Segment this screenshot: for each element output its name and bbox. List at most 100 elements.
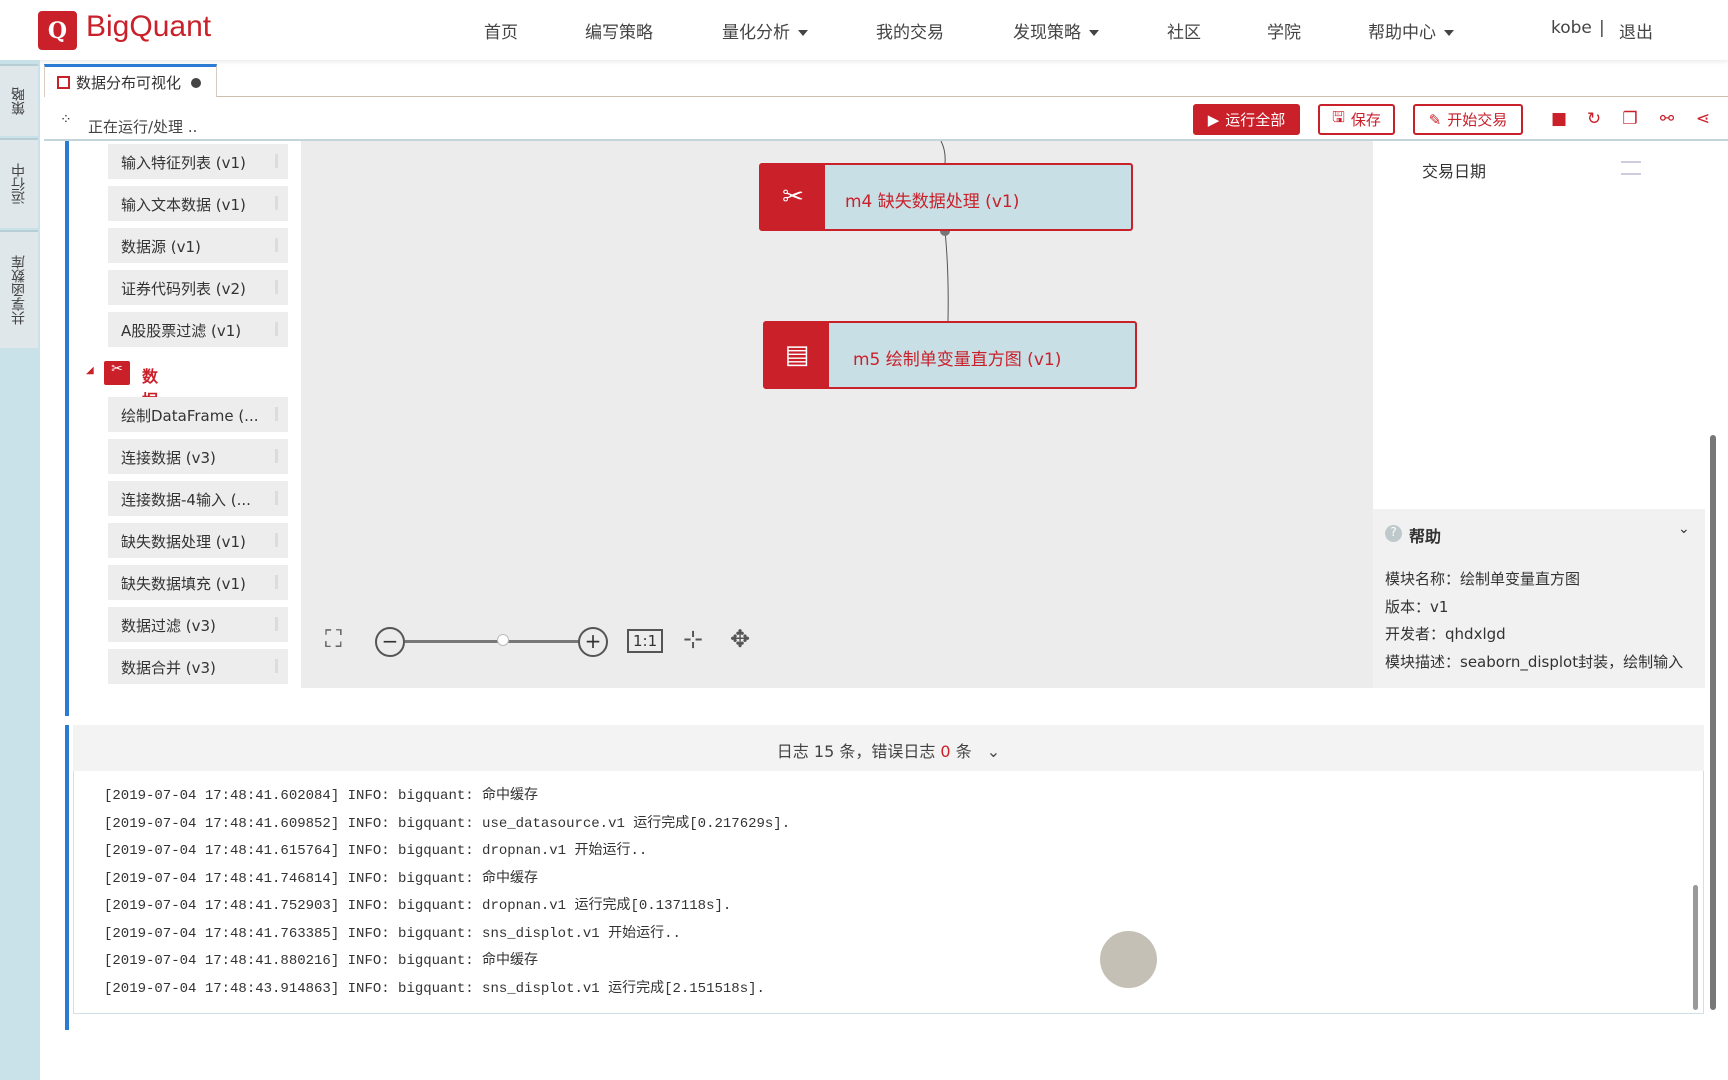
move-icon[interactable]: ✥ — [730, 625, 750, 653]
left-sidebar: 策略 运行中 共享函数库 — [0, 60, 40, 1080]
module-item[interactable]: 数据源 (v1) — [108, 228, 288, 263]
tab-data-distribution[interactable]: 数据分布可视化 — [44, 64, 217, 97]
button-label: 开始交易 — [1447, 111, 1508, 129]
refresh-icon[interactable]: ↻ — [1583, 109, 1605, 131]
panel-accent — [65, 725, 69, 1030]
fit-screen-icon[interactable]: ⛶ — [325, 625, 342, 653]
nav-label: 量化分析 — [722, 23, 790, 43]
log-line: [2019-07-04 17:48:41.763385] INFO: bigqu… — [104, 926, 681, 942]
zoom-slider[interactable] — [405, 640, 579, 643]
nav-community[interactable]: 社区 — [1167, 18, 1201, 43]
log-line: [2019-07-04 17:48:41.602084] INFO: bigqu… — [104, 788, 539, 804]
caret-down-icon — [1444, 30, 1454, 36]
error-count: 0 — [940, 742, 951, 761]
link-icon[interactable]: ⚯ — [1656, 109, 1678, 131]
expand-caret-icon[interactable]: ◢ — [86, 365, 94, 376]
zoom-in-button[interactable]: + — [578, 627, 608, 657]
node-label: m4 缺失数据处理 (v1) — [845, 192, 1020, 212]
nav-label: 首页 — [484, 23, 518, 43]
nav-write-strategy[interactable]: 编写策略 — [585, 18, 653, 43]
log-scrollbar[interactable] — [1693, 885, 1698, 1010]
nav-label: 学院 — [1267, 23, 1301, 43]
chevron-down-icon[interactable]: ⌄ — [987, 742, 1000, 761]
help-developer: 开发者：qhdxlgd — [1385, 625, 1506, 643]
nav-label: 编写策略 — [585, 23, 653, 43]
nav-academy[interactable]: 学院 — [1267, 18, 1301, 43]
node-m4[interactable]: ✂ m4 缺失数据处理 (v1) — [759, 163, 1133, 231]
nav-home[interactable]: 首页 — [484, 18, 518, 43]
module-item[interactable]: 输入文本数据 (v1) — [108, 186, 288, 221]
zoom-slider-handle[interactable] — [497, 634, 509, 646]
help-icon: ? — [1385, 525, 1402, 542]
document-icon — [57, 76, 70, 89]
log-line: [2019-07-04 17:48:43.914863] INFO: bigqu… — [104, 981, 765, 997]
workflow-canvas[interactable]: ✂ m4 缺失数据处理 (v1) ▤ m5 绘制单变量直方图 (v1) ⛶ − … — [301, 141, 1373, 688]
panel-accent — [65, 141, 69, 716]
module-item[interactable]: 连接数据 (v3) — [108, 439, 288, 474]
module-item[interactable]: 输入特征列表 (v1) — [108, 144, 288, 179]
tab-title: 数据分布可视化 — [76, 74, 182, 92]
sidebar-tab-shared-functions[interactable]: 共享函数库 — [0, 230, 38, 348]
module-item[interactable]: 数据过滤 (v3) — [108, 607, 288, 642]
sidebar-tab-strategy[interactable]: 策略 — [0, 64, 38, 136]
log-line: [2019-07-04 17:48:41.880216] INFO: bigqu… — [104, 953, 539, 969]
start-trade-button[interactable]: ✎ 开始交易 — [1413, 104, 1523, 135]
module-item[interactable]: 连接数据-4输入 (... — [108, 481, 288, 516]
top-header: Q BigQuant 首页 编写策略 量化分析 我的交易 发现策略 社区 学院 … — [0, 0, 1728, 60]
spinner-icon: ⁘ — [60, 112, 72, 128]
nav-quant-analysis[interactable]: 量化分析 — [722, 18, 808, 43]
scrollbar[interactable] — [1710, 435, 1716, 1010]
actual-size-button[interactable]: 1:1 — [627, 629, 664, 653]
nav-label: 我的交易 — [876, 23, 944, 43]
logout-link[interactable]: 退出 — [1619, 18, 1653, 43]
play-icon: ▶ — [1207, 110, 1220, 129]
share-icon[interactable]: ⋖ — [1692, 109, 1714, 131]
node-m5[interactable]: ▤ m5 绘制单变量直方图 (v1) — [763, 321, 1137, 389]
plug-icon: ✎ — [1428, 110, 1442, 129]
copy-icon[interactable]: ❐ — [1619, 109, 1641, 131]
log-line: [2019-07-04 17:48:41.746814] INFO: bigqu… — [104, 871, 539, 887]
module-item[interactable]: 数据合并 (v3) — [108, 649, 288, 684]
module-item[interactable]: 缺失数据填充 (v1) — [108, 565, 288, 600]
separator: | — [1599, 18, 1605, 38]
unsaved-dot-icon — [191, 78, 202, 88]
log-line: [2019-07-04 17:48:41.609852] INFO: bigqu… — [104, 816, 791, 832]
caret-down-icon — [1089, 30, 1099, 36]
nav-my-trades[interactable]: 我的交易 — [876, 18, 944, 43]
brand-name[interactable]: BigQuant — [86, 10, 211, 44]
chart-card-icon: ▤ — [765, 323, 829, 387]
module-item[interactable]: A股股票过滤 (v1) — [108, 312, 288, 347]
run-all-button[interactable]: ▶ 运行全部 — [1193, 104, 1300, 135]
caret-down-icon — [798, 30, 808, 36]
cursor-highlight — [1100, 931, 1157, 988]
nav-label: 发现策略 — [1013, 23, 1081, 43]
log-summary[interactable]: 日志 15 条，错误日志 0 条 ⌄ — [73, 725, 1704, 771]
stop-icon[interactable]: ■ — [1548, 109, 1570, 131]
nav-help-center[interactable]: 帮助中心 — [1368, 18, 1454, 43]
nav-discover-strategy[interactable]: 发现策略 — [1013, 18, 1099, 43]
log-line: [2019-07-04 17:48:41.752903] INFO: bigqu… — [104, 898, 732, 914]
field-trade-date: 交易日期 — [1422, 162, 1487, 181]
module-item[interactable]: 缺失数据处理 (v1) — [108, 523, 288, 558]
module-item[interactable]: 绘制DataFrame (... — [108, 397, 288, 432]
node-label: m5 绘制单变量直方图 (v1) — [853, 350, 1062, 370]
zoom-out-button[interactable]: − — [375, 627, 405, 657]
help-version: 版本：v1 — [1385, 598, 1449, 616]
button-label: 保存 — [1350, 111, 1381, 129]
nav-label: 社区 — [1167, 23, 1201, 43]
center-icon[interactable]: ⊹ — [683, 625, 703, 653]
help-module-name: 模块名称：绘制单变量直方图 — [1385, 570, 1581, 588]
save-button[interactable]: 🖫 保存 — [1318, 104, 1395, 135]
data-processing-icon: ✂ — [104, 361, 130, 385]
chevron-down-icon[interactable]: ⌄ — [1678, 521, 1690, 537]
data-processing-icon: ✂ — [761, 165, 825, 229]
sidebar-tab-running[interactable]: 运行中 — [0, 138, 38, 228]
button-label: 运行全部 — [1225, 111, 1286, 129]
nav-label: 帮助中心 — [1368, 23, 1436, 43]
save-icon: 🖫 — [1332, 108, 1345, 126]
divider — [217, 96, 1728, 97]
user-name[interactable]: kobe — [1551, 18, 1592, 38]
logo-icon[interactable]: Q — [38, 11, 77, 50]
module-item[interactable]: 证券代码列表 (v2) — [108, 270, 288, 305]
drag-handle-icon[interactable] — [1621, 161, 1641, 175]
